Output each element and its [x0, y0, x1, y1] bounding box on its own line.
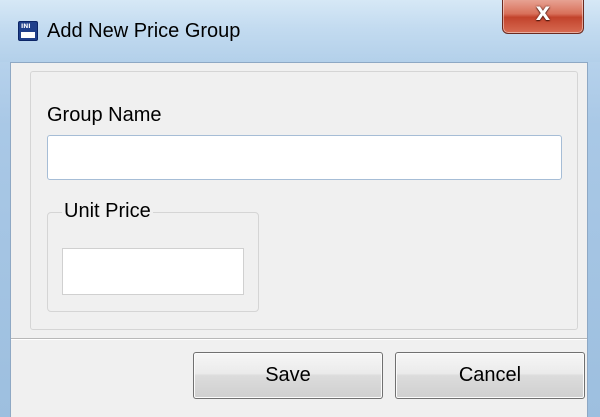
save-button[interactable]: Save — [193, 352, 383, 399]
dialog-window: INI Add New Price Group X Group Name Uni… — [0, 0, 600, 417]
close-button[interactable]: X — [502, 0, 584, 34]
unit-price-input[interactable] — [62, 248, 244, 295]
title-bar[interactable]: INI Add New Price Group X — [0, 0, 600, 62]
dialog-client-area: Group Name Unit Price Save Cancel — [10, 62, 588, 417]
divider — [11, 338, 587, 340]
group-name-label: Group Name — [47, 104, 162, 126]
close-icon: X — [535, 3, 551, 25]
unit-price-label: Unit Price — [62, 199, 153, 223]
window-title: Add New Price Group — [47, 20, 241, 42]
cancel-button[interactable]: Cancel — [395, 352, 585, 399]
app-icon: INI — [18, 21, 38, 41]
group-name-input[interactable] — [47, 135, 562, 180]
